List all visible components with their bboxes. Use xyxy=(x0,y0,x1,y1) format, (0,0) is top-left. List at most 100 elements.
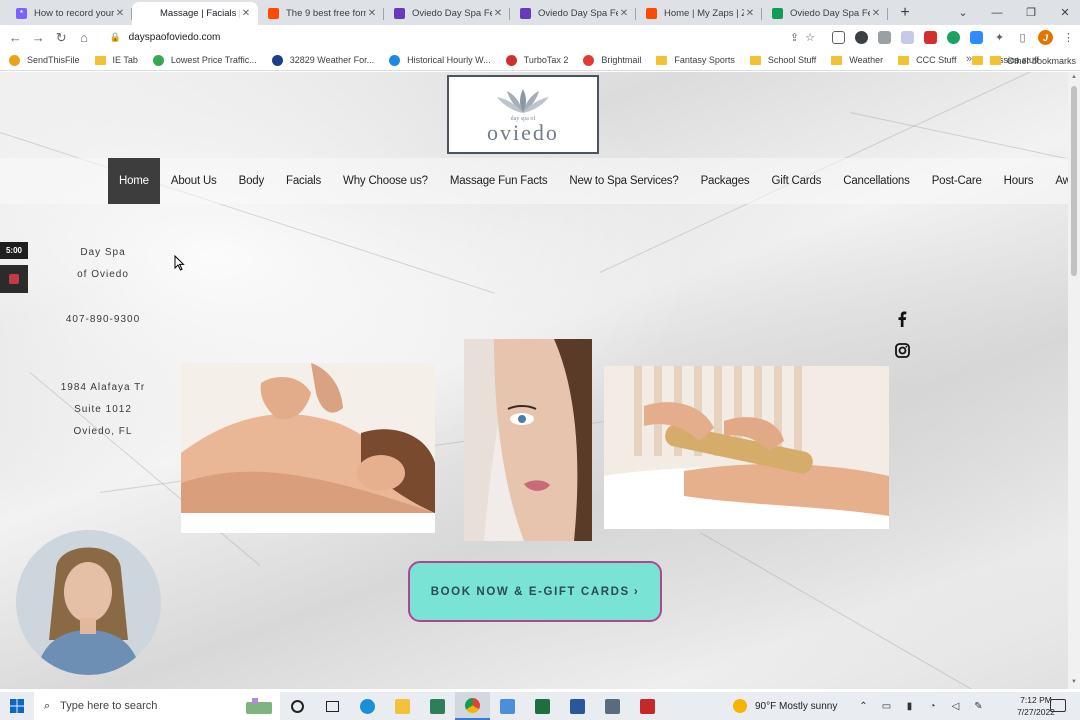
tab-close-icon[interactable]: ✕ xyxy=(618,8,630,19)
nav-item-facials[interactable]: Facials xyxy=(275,158,332,204)
show-hidden-icons-icon[interactable]: ⌃ xyxy=(852,701,875,712)
bookmark-item[interactable]: IE Tab xyxy=(94,55,138,65)
nav-item-cancellations[interactable]: Cancellations xyxy=(832,158,920,204)
address-bar[interactable]: 🔒 dayspaofoviedo.com ⇪ ☆ xyxy=(103,27,821,48)
bookmark-item[interactable]: Lowest Price Traffic... xyxy=(152,54,257,66)
page-scrollbar[interactable]: ▲ ▼ xyxy=(1068,72,1080,689)
webcam-bubble[interactable] xyxy=(16,530,161,675)
share-icon[interactable]: ⇪ xyxy=(790,31,799,44)
phone-number[interactable]: 407-890-9300 xyxy=(48,309,158,331)
address-line2: Suite 1012 xyxy=(74,404,132,415)
bookmark-item[interactable]: Historical Hourly W... xyxy=(389,54,491,66)
home-button[interactable]: ⌂ xyxy=(73,30,96,45)
browser-tab[interactable]: Oviedo Day Spa Fee ✕ xyxy=(510,2,636,25)
tab-search-icon[interactable]: ⌄ xyxy=(946,6,980,19)
battery-icon[interactable]: ▮ xyxy=(898,701,921,712)
edge-taskbar-icon[interactable] xyxy=(350,692,385,720)
window-controls: ⌄ — ❐ ✕ xyxy=(946,0,1080,25)
weather-widget[interactable]: 90°F Mostly sunny xyxy=(733,692,837,720)
calendar-extension-icon[interactable] xyxy=(827,31,850,44)
facebook-icon[interactable] xyxy=(893,310,911,328)
evernote-extension-icon[interactable] xyxy=(942,31,965,44)
scrollbar-thumb[interactable] xyxy=(1071,86,1077,276)
browser-tab[interactable]: Oviedo Day Spa Fee ✕ xyxy=(384,2,510,25)
puzzle-extension-icon[interactable] xyxy=(896,31,919,44)
calculator-2-taskbar-icon[interactable] xyxy=(595,692,630,720)
tab-favicon-icon xyxy=(520,8,531,19)
forward-button[interactable]: → xyxy=(27,30,50,45)
tab-close-icon[interactable]: ✕ xyxy=(366,8,378,19)
app-taskbar-icon[interactable] xyxy=(420,692,455,720)
browser-tab[interactable]: Massage | Facials | Sp✕ xyxy=(132,2,258,25)
scroll-down-arrow-icon[interactable]: ▼ xyxy=(1068,679,1080,685)
start-button[interactable] xyxy=(0,692,34,720)
bookmark-item[interactable]: SendThisFile xyxy=(9,54,80,66)
cortana-icon[interactable] xyxy=(280,692,315,720)
stop-recording-button[interactable] xyxy=(0,265,28,293)
acrobat-extension-icon[interactable] xyxy=(919,31,942,44)
other-bookmarks[interactable]: Other bookmarks xyxy=(990,50,1076,71)
bookmark-item[interactable]: School Stuff xyxy=(749,55,816,65)
zoom-extension-icon[interactable] xyxy=(965,31,988,44)
nav-item-post-care[interactable]: Post-Care xyxy=(921,158,993,204)
monitor-icon[interactable]: ▭ xyxy=(875,701,898,712)
task-view-icon[interactable] xyxy=(315,692,350,720)
browser-tab[interactable]: Home | My Zaps | Za ✕ xyxy=(636,2,762,25)
word-taskbar-icon[interactable] xyxy=(560,692,595,720)
tab-close-icon[interactable]: ✕ xyxy=(492,8,504,19)
browser-tab[interactable]: Oviedo Day Spa Fee ✕ xyxy=(762,2,888,25)
excel-taskbar-icon[interactable] xyxy=(525,692,560,720)
side-panel-icon[interactable]: ▯ xyxy=(1011,31,1034,44)
grammarly-extension-icon[interactable] xyxy=(850,31,873,44)
nav-item-home[interactable]: Home xyxy=(108,158,160,204)
extensions-menu-icon[interactable]: ✦ xyxy=(988,31,1011,44)
bookmark-label: Lowest Price Traffic... xyxy=(170,55,257,65)
nav-item-why-choose-us[interactable]: Why Choose us? xyxy=(332,158,439,204)
nav-item-packages[interactable]: Packages xyxy=(690,158,761,204)
nav-item-massage-fun-facts[interactable]: Massage Fun Facts xyxy=(439,158,559,204)
bookmark-item[interactable]: Fantasy Sports xyxy=(656,55,735,65)
bookmark-item[interactable]: Brightmail xyxy=(583,54,641,66)
instagram-icon[interactable] xyxy=(893,341,911,359)
profile-avatar[interactable]: J xyxy=(1034,30,1057,45)
taskbar-search[interactable]: ⌕ Type here to search xyxy=(34,692,280,720)
pen-icon[interactable]: ✎ xyxy=(967,701,990,712)
browser-tab[interactable]: The 9 best free form ✕ xyxy=(258,2,384,25)
screen-extension-icon[interactable] xyxy=(873,31,896,44)
bookmark-item[interactable]: TurboTax 2 xyxy=(505,54,568,66)
bookmark-item[interactable]: Weather xyxy=(831,55,883,65)
calculator-taskbar-icon[interactable] xyxy=(490,692,525,720)
lock-icon[interactable]: 🔒 xyxy=(109,32,120,43)
bookmarks-overflow-button[interactable]: » xyxy=(966,53,972,65)
nav-item-about-us[interactable]: About Us xyxy=(160,158,228,204)
acrobat-taskbar-icon[interactable] xyxy=(630,692,665,720)
notifications-icon[interactable] xyxy=(1050,699,1066,712)
restore-button[interactable]: ❐ xyxy=(1014,6,1048,19)
volume-icon[interactable]: ◁ xyxy=(944,701,967,712)
new-tab-button[interactable]: + xyxy=(894,2,916,24)
chrome-taskbar-icon[interactable] xyxy=(455,692,490,720)
bookmark-item[interactable]: 32829 Weather For... xyxy=(271,54,374,66)
scroll-up-arrow-icon[interactable]: ▲ xyxy=(1068,74,1080,80)
browser-tab[interactable]: * How to record your ✕ xyxy=(6,2,132,25)
nav-item-gift-cards[interactable]: Gift Cards xyxy=(760,158,832,204)
tab-close-icon[interactable]: ✕ xyxy=(240,8,252,19)
reload-button[interactable]: ↻ xyxy=(50,30,73,46)
nav-item-new-to-spa-services[interactable]: New to Spa Services? xyxy=(558,158,689,204)
bookmark-star-icon[interactable]: ☆ xyxy=(805,31,815,44)
tab-close-icon[interactable]: ✕ xyxy=(870,8,882,19)
file-explorer-taskbar-icon[interactable] xyxy=(385,692,420,720)
bookmark-item[interactable]: CCC Stuff xyxy=(898,55,957,65)
close-window-button[interactable]: ✕ xyxy=(1048,6,1080,19)
nav-item-awards[interactable]: Awards xyxy=(1044,158,1068,204)
site-logo[interactable]: day spa of oviedo xyxy=(447,75,599,154)
nav-item-body[interactable]: Body xyxy=(228,158,275,204)
network-icon[interactable]: ◔ xyxy=(921,701,944,712)
tab-close-icon[interactable]: ✕ xyxy=(744,8,756,19)
minimize-button[interactable]: — xyxy=(980,7,1014,19)
tab-close-icon[interactable]: ✕ xyxy=(114,8,126,19)
back-button[interactable]: ← xyxy=(4,30,27,45)
nav-item-hours[interactable]: Hours xyxy=(993,158,1045,204)
book-now-button[interactable]: BOOK NOW & E-GIFT CARDS › xyxy=(408,561,662,622)
chrome-menu-icon[interactable]: ⋮ xyxy=(1057,31,1080,44)
